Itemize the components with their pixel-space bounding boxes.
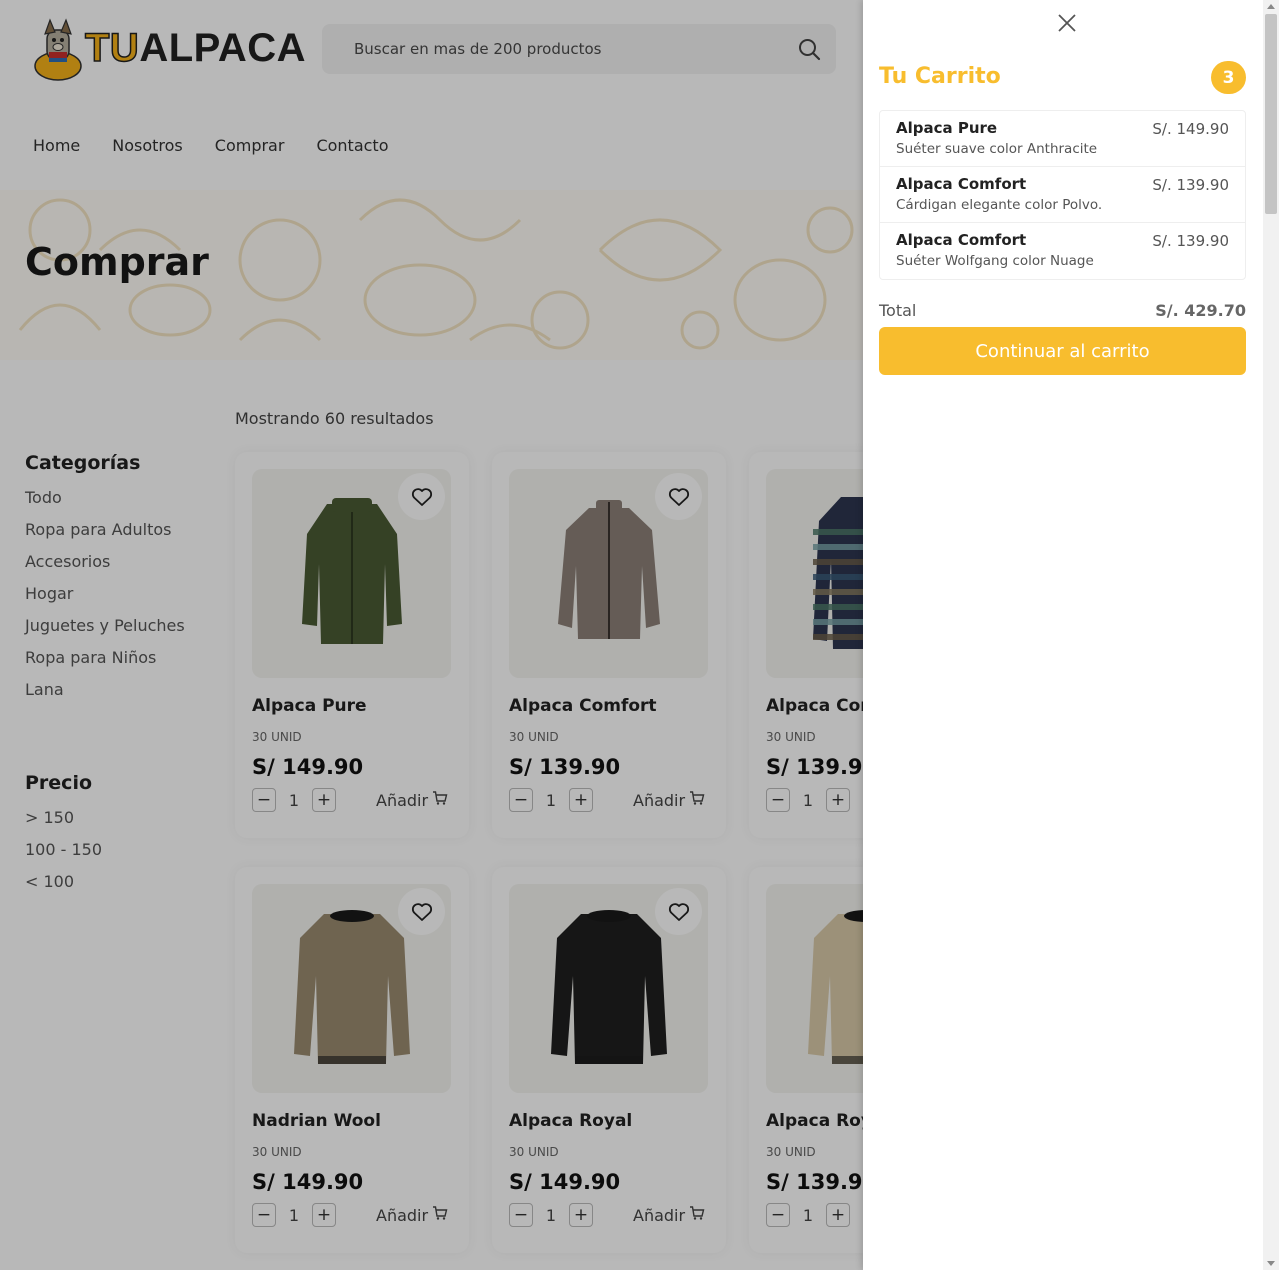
scroll-up-arrow-icon[interactable] bbox=[1267, 4, 1275, 9]
cart-count-badge: 3 bbox=[1211, 61, 1246, 94]
cart-item-price: S/. 139.90 bbox=[1152, 232, 1229, 250]
cart-title: Tu Carrito bbox=[879, 64, 1001, 89]
modal-overlay[interactable] bbox=[0, 0, 863, 1270]
cart-item-description: Cárdigan elegante color Polvo. bbox=[896, 197, 1103, 213]
cart-total-value: S/. 429.70 bbox=[1155, 301, 1246, 320]
cart-item[interactable]: Alpaca Comfort Suéter Wolfgang color Nua… bbox=[880, 223, 1245, 279]
continue-to-cart-button[interactable]: Continuar al carrito bbox=[879, 327, 1246, 375]
cart-item-list: Alpaca Pure Suéter suave color Anthracit… bbox=[879, 110, 1246, 280]
cart-item-name: Alpaca Comfort bbox=[896, 231, 1027, 249]
cart-item[interactable]: Alpaca Pure Suéter suave color Anthracit… bbox=[880, 111, 1245, 167]
cart-item-price: S/. 139.90 bbox=[1152, 176, 1229, 194]
cart-drawer: Tu Carrito 3 Alpaca Pure Suéter suave co… bbox=[863, 0, 1263, 1270]
cart-total-label: Total bbox=[879, 301, 917, 320]
cart-item-name: Alpaca Pure bbox=[896, 119, 998, 137]
cart-item-description: Suéter Wolfgang color Nuage bbox=[896, 253, 1094, 269]
page-scrollbar[interactable] bbox=[1263, 0, 1279, 1270]
cart-item-name: Alpaca Comfort bbox=[896, 175, 1027, 193]
cart-item[interactable]: Alpaca Comfort Cárdigan elegante color P… bbox=[880, 167, 1245, 223]
scroll-down-arrow-icon[interactable] bbox=[1267, 1261, 1275, 1266]
cart-item-price: S/. 149.90 bbox=[1152, 120, 1229, 138]
close-icon[interactable] bbox=[1055, 11, 1079, 35]
scrollbar-thumb[interactable] bbox=[1265, 14, 1277, 214]
cart-item-description: Suéter suave color Anthracite bbox=[896, 141, 1098, 157]
